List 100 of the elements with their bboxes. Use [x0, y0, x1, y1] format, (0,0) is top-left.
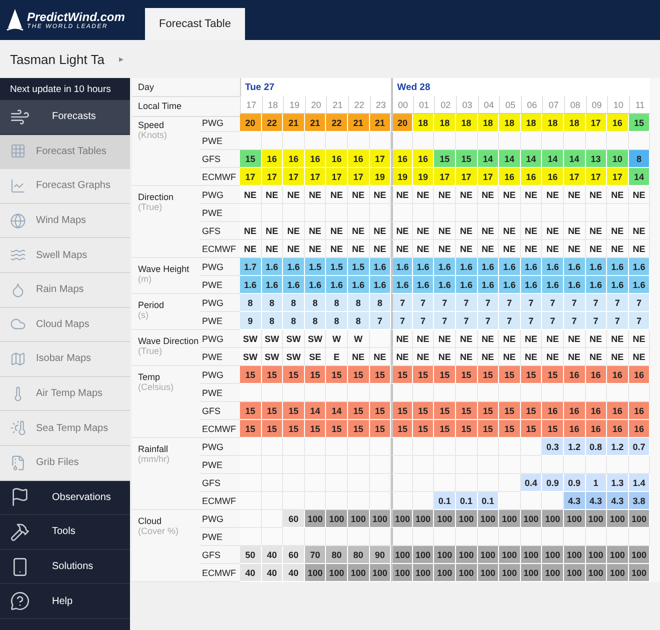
table-cell: NE	[499, 330, 521, 348]
table-cell: 0.4	[520, 474, 542, 492]
sidebar-item[interactable]: Isobar Maps	[0, 342, 130, 377]
table-cell: NE	[283, 222, 305, 240]
table-cell: NE	[370, 222, 392, 240]
sidebar-item[interactable]: Grib Files	[0, 446, 130, 481]
table-cell: 1.6	[326, 276, 348, 294]
table-cell: NE	[348, 222, 370, 240]
sidebar-item[interactable]: Forecasts	[0, 100, 130, 135]
group-unit: (True)	[138, 202, 164, 212]
table-cell: 15	[283, 420, 305, 438]
table-cell: NE	[456, 330, 478, 348]
table-cell: 14	[628, 168, 650, 186]
sidebar-item[interactable]: Forecast Tables	[0, 134, 130, 170]
table-cell: 16	[542, 402, 564, 420]
table-cell: NE	[499, 240, 521, 258]
table-cell: NE	[326, 240, 348, 258]
group-name: Speed	[138, 120, 166, 130]
table-cell: NE	[478, 240, 500, 258]
table-cell: 1.6	[628, 258, 650, 276]
table-cell: 16	[520, 168, 542, 186]
table-cell: 15	[326, 420, 348, 438]
table-cell: NE	[542, 348, 564, 366]
sidebar-item[interactable]: Wind Maps	[0, 204, 130, 238]
table-cell: NE	[391, 240, 413, 258]
table-cell: 1.6	[391, 258, 413, 276]
table-cell: NE	[240, 240, 262, 258]
group-unit: (Cover %)	[138, 526, 180, 536]
hour-header: 17	[240, 96, 262, 114]
sidebar-item[interactable]: Forecast Graphs	[0, 169, 130, 204]
sidebar-item[interactable]: Observations	[0, 480, 130, 516]
table-cell: 15	[434, 150, 456, 168]
group-unit: (True)	[138, 346, 164, 356]
table-cell: 8	[304, 312, 326, 330]
location-name[interactable]: Tasman Light Ta	[10, 52, 104, 66]
line-chart-icon	[10, 178, 26, 194]
table-cell: NE	[304, 222, 326, 240]
table-cell: 14	[326, 402, 348, 420]
table-cell: 7	[542, 312, 564, 330]
table-cell: NE	[478, 330, 500, 348]
table-cell: NE	[262, 240, 284, 258]
table-cell: 7	[499, 312, 521, 330]
table-cell: 16	[607, 366, 629, 384]
table-cell: 7	[478, 312, 500, 330]
table-cell: 100	[499, 510, 521, 528]
sidebar-item[interactable]: Air Temp Maps	[0, 376, 130, 412]
table-cell: 1.6	[370, 258, 392, 276]
table-cell: 8	[628, 150, 650, 168]
table-cell: 15	[240, 366, 262, 384]
table-cell: 100	[478, 564, 500, 582]
table-cell: NE	[499, 222, 521, 240]
table-cell: 1.6	[564, 276, 586, 294]
table-cell: 14	[499, 150, 521, 168]
table-cell: 1.6	[499, 276, 521, 294]
table-cell: 16	[262, 150, 284, 168]
hour-header: 23	[370, 96, 392, 114]
expand-arrow[interactable]: ▸	[119, 54, 124, 64]
table-cell: NE	[283, 240, 305, 258]
table-cell: 100	[542, 564, 564, 582]
table-cell: NE	[586, 330, 608, 348]
sidebar-item[interactable]: Swell Maps	[0, 238, 130, 273]
table-cell: NE	[283, 186, 305, 204]
table-cell: 15	[412, 366, 434, 384]
table-cell: 15	[326, 366, 348, 384]
table-cell: 17	[262, 168, 284, 186]
table-cell: 1.5	[304, 258, 326, 276]
table-cell: 1.6	[564, 258, 586, 276]
table-cell: 18	[456, 114, 478, 132]
table-cell: 16	[586, 420, 608, 438]
table-cell: 1.6	[628, 276, 650, 294]
table-cell: 100	[412, 564, 434, 582]
group-name: Period	[138, 300, 166, 310]
table-cell: 1.3	[607, 474, 629, 492]
table-cell: 17	[564, 168, 586, 186]
hour-header: 07	[542, 96, 564, 114]
wind-icon	[10, 106, 30, 127]
table-cell: 14	[520, 150, 542, 168]
table-cell: 1.6	[240, 276, 262, 294]
table-cell: 8	[304, 294, 326, 312]
hour-header: 20	[304, 96, 326, 114]
table-cell: NE	[586, 186, 608, 204]
sidebar-item[interactable]: Cloud Maps	[0, 308, 130, 342]
sidebar-item[interactable]: Solutions	[0, 550, 130, 584]
day-header: Wed 28	[391, 78, 650, 96]
table-cell: 1.7	[240, 258, 262, 276]
table-cell: 21	[283, 114, 305, 132]
table-cell: 18	[520, 114, 542, 132]
table-cell: NE	[586, 222, 608, 240]
table-cell: 100	[326, 510, 348, 528]
tab[interactable]: Forecast Table	[145, 8, 245, 40]
sidebar-item[interactable]: Sea Temp Maps	[0, 411, 130, 446]
table-cell: 100	[348, 564, 370, 582]
table-cell: NE	[434, 186, 456, 204]
table-cell: NE	[542, 330, 564, 348]
table-cell: 15	[434, 420, 456, 438]
sidebar-item[interactable]: Rain Maps	[0, 272, 130, 308]
table-cell: 0.1	[434, 492, 456, 510]
table-cell: 100	[628, 510, 650, 528]
table-cell: 1.6	[542, 276, 564, 294]
table-cell: NE	[499, 348, 521, 366]
